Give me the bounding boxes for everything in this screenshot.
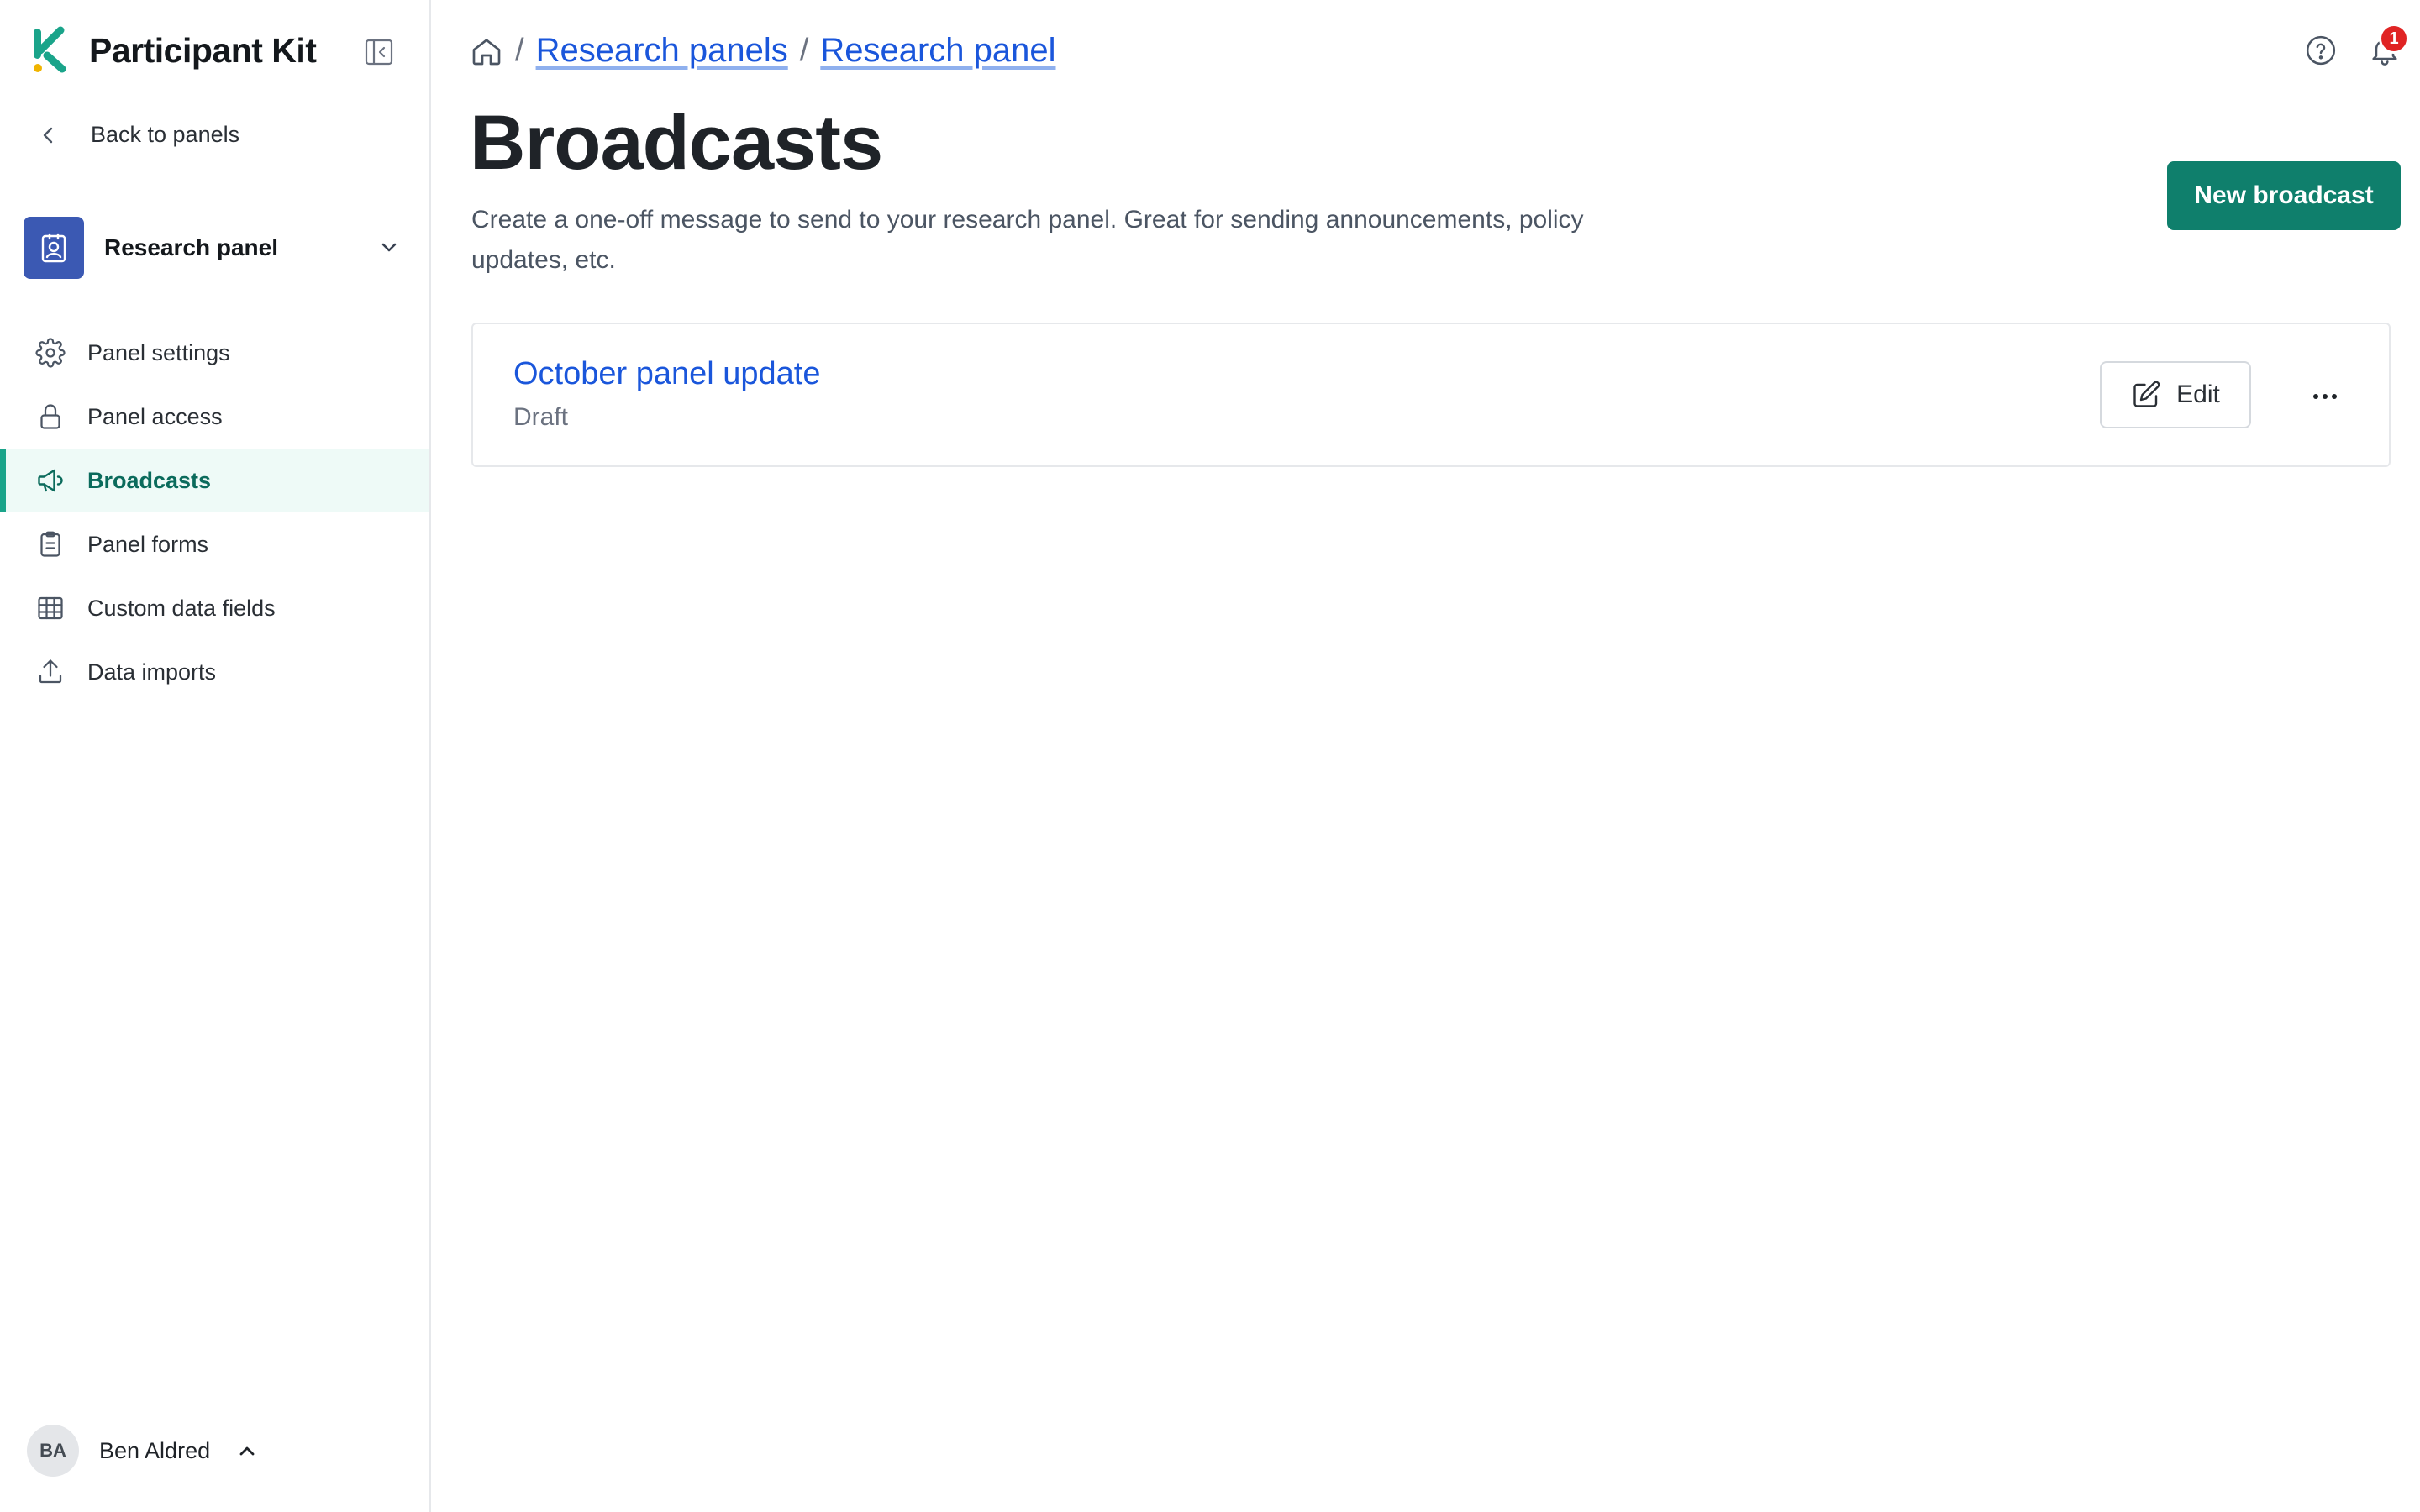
breadcrumb: / Research panels / Research panel [470, 32, 1056, 70]
lock-icon [40, 404, 60, 429]
sidebar-item-panel-forms[interactable]: Panel forms [0, 512, 429, 576]
sidebar: Participant Kit Back to panels Research … [0, 0, 431, 1512]
panel-switcher[interactable]: Research panel [24, 217, 407, 279]
contact-badge-icon [41, 233, 66, 263]
header-actions: 1 [2304, 24, 2409, 67]
notifications-button[interactable]: 1 [2368, 24, 2409, 67]
megaphone-icon [38, 469, 63, 492]
breadcrumb-separator: / [799, 33, 809, 68]
breadcrumb-research-panels[interactable]: Research panels [536, 32, 788, 70]
avatar: BA [27, 1425, 79, 1477]
edit-broadcast-button[interactable]: Edit [2100, 361, 2251, 428]
user-name: Ben Aldred [99, 1437, 211, 1463]
new-broadcast-button[interactable]: New broadcast [2167, 161, 2401, 230]
sidebar-item-custom-data-fields[interactable]: Custom data fields [0, 576, 429, 640]
chevron-left-icon [43, 127, 53, 143]
sidebar-item-label: Panel access [87, 403, 223, 429]
clipboard-icon [40, 531, 60, 557]
table-icon [38, 596, 63, 620]
sidebar-nav: Panel settings Panel access Broadcasts P… [0, 321, 429, 704]
sidebar-item-panel-settings[interactable]: Panel settings [0, 321, 429, 385]
broadcast-title-link[interactable]: October panel update [513, 356, 821, 392]
brand[interactable]: Participant Kit [30, 25, 317, 76]
broadcast-card: October panel update Draft Edit [471, 323, 2391, 467]
brand-logo-icon [34, 26, 66, 73]
back-to-panels-label: Back to panels [91, 122, 240, 147]
pencil-square-icon [2133, 381, 2160, 407]
panel-switcher-label: Research panel [104, 234, 278, 260]
ellipsis-icon [2313, 394, 2337, 399]
chevron-down-icon [381, 243, 397, 252]
sidebar-item-label: Broadcasts [87, 467, 212, 493]
sidebar-item-broadcasts[interactable]: Broadcasts [0, 449, 429, 512]
main-content: / Research panels / Research panel 1 Bro… [431, 0, 2420, 1512]
sidebar-item-label: Data imports [87, 659, 217, 685]
notification-badge: 1 [2379, 24, 2409, 54]
page-description: Create a one-off message to send to your… [471, 206, 1584, 274]
home-icon[interactable] [470, 34, 503, 68]
edit-label: Edit [2176, 381, 2220, 408]
app-root: Participant Kit Back to panels Research … [0, 0, 2420, 1512]
chevron-up-icon [239, 1446, 255, 1456]
breadcrumb-research-panel[interactable]: Research panel [820, 32, 1055, 70]
user-menu[interactable]: BA Ben Aldred [27, 1425, 259, 1477]
page-title: Broadcasts [470, 100, 883, 186]
panel-avatar [24, 217, 84, 279]
sidebar-item-panel-access[interactable]: Panel access [0, 385, 429, 449]
back-to-panels-link[interactable]: Back to panels [37, 122, 239, 148]
sidebar-item-label: Panel forms [87, 531, 209, 557]
sidebar-item-label: Panel settings [87, 339, 230, 365]
sidebar-item-data-imports[interactable]: Data imports [0, 640, 429, 704]
gear-icon [35, 338, 66, 368]
upload-icon [39, 659, 62, 684]
collapse-sidebar-icon[interactable] [364, 37, 394, 67]
brand-name: Participant Kit [89, 30, 317, 70]
help-icon[interactable] [2304, 34, 2338, 67]
sidebar-item-label: Custom data fields [87, 595, 276, 621]
more-options-button[interactable] [2305, 376, 2345, 417]
breadcrumb-separator: / [515, 33, 524, 68]
broadcast-status: Draft [513, 403, 569, 431]
